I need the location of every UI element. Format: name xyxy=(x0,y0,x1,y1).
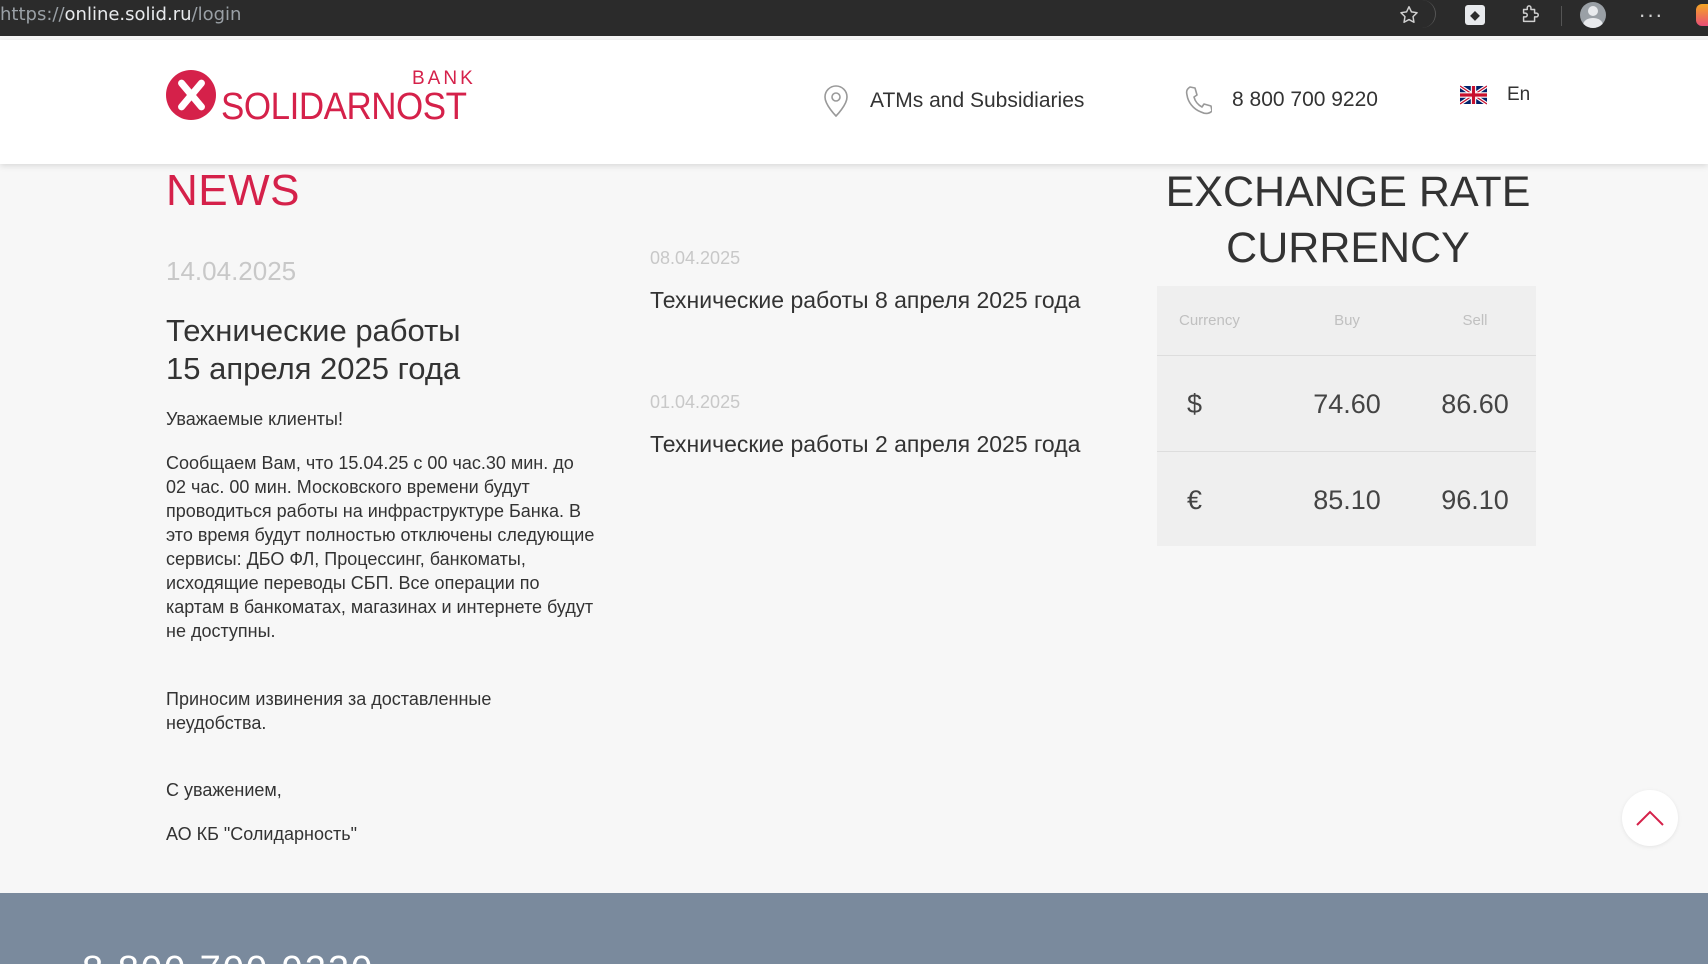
phone-number: 8 800 700 9220 xyxy=(1232,88,1378,111)
main-news-regards: С уважением, xyxy=(166,780,282,800)
sell-rate: 86.60 xyxy=(1441,389,1509,419)
bank-logo[interactable]: BANK SOLIDARNOST xyxy=(166,68,486,140)
table-row: $ 74.60 86.60 xyxy=(1157,357,1536,452)
news-heading: NEWS xyxy=(166,166,300,215)
table-header-row: Currency Buy Sell xyxy=(1157,286,1536,356)
exchange-rate-heading: EXCHANGE RATE CURRENCY xyxy=(1158,164,1538,276)
currency-symbol: $ xyxy=(1187,389,1203,419)
site-header: BANK SOLIDARNOST ATMs and Subsidiaries 8… xyxy=(0,40,1708,164)
main-news-headline[interactable]: Технические работы 15 апреля 2025 года xyxy=(166,312,606,388)
profile-icon[interactable] xyxy=(1580,2,1606,28)
column-header-sell: Sell xyxy=(1462,312,1488,329)
side-news-headline[interactable]: Технические работы 8 апреля 2025 года xyxy=(650,286,1090,315)
column-header-currency: Currency xyxy=(1179,312,1240,329)
column-header-buy: Buy xyxy=(1334,312,1360,329)
atms-link[interactable]: ATMs and Subsidiaries xyxy=(822,84,1084,118)
main-news-body: Сообщаем Вам, что 15.04.25 с 00 час.30 м… xyxy=(166,453,595,641)
language-switcher[interactable]: En xyxy=(1460,84,1530,106)
url-host: online.solid.ru xyxy=(64,4,192,25)
table-row: € 85.10 96.10 xyxy=(1157,453,1536,546)
scroll-to-top-button[interactable] xyxy=(1622,790,1678,846)
buy-rate: 85.10 xyxy=(1313,485,1381,515)
chevron-up-icon xyxy=(1636,810,1664,826)
side-news-headline[interactable]: Технические работы 2 апреля 2025 года xyxy=(650,430,1090,459)
exchange-title-line2: CURRENCY xyxy=(1226,224,1470,272)
sell-rate: 96.10 xyxy=(1441,485,1509,515)
language-label: En xyxy=(1507,84,1531,105)
map-pin-icon xyxy=(824,85,848,118)
side-news-date: 01.04.2025 xyxy=(650,392,741,412)
exchange-title-line1: EXCHANGE RATE xyxy=(1165,168,1531,216)
star-icon[interactable] xyxy=(1396,2,1422,28)
site-footer: 8 800 700 9220 xyxy=(0,893,1708,964)
address-bar[interactable]: https://online.solid.ru/login xyxy=(0,0,1436,28)
extension-shield-icon[interactable]: ◆ xyxy=(1462,2,1488,28)
more-icon[interactable]: ··· xyxy=(1638,2,1664,28)
copilot-icon[interactable] xyxy=(1696,4,1708,26)
side-news-date: 08.04.2025 xyxy=(650,248,741,268)
main-news-headline-line2: 15 апреля 2025 года xyxy=(166,351,461,386)
footer-phone[interactable]: 8 800 700 9220 xyxy=(82,949,374,964)
phone-link[interactable]: 8 800 700 9220 xyxy=(1184,84,1378,116)
main-news-signature: АО КБ "Солидарность" xyxy=(166,824,357,844)
buy-rate: 74.60 xyxy=(1313,389,1381,419)
address-bar-url[interactable]: https://online.solid.ru/login xyxy=(0,4,241,25)
main-news-greeting: Уважаемые клиенты! xyxy=(166,409,343,429)
main-news-headline-line1: Технические работы xyxy=(166,313,461,348)
url-scheme: https:// xyxy=(0,4,65,25)
exchange-rate-table: Currency Buy Sell $ 74.60 86.60 € 85.10 … xyxy=(1157,286,1536,546)
puzzle-icon[interactable] xyxy=(1517,2,1543,28)
phone-icon xyxy=(1185,86,1212,115)
main-news-date: 14.04.2025 xyxy=(166,256,297,286)
logo-name-text: SOLIDARNOST xyxy=(221,86,467,128)
uk-flag-icon xyxy=(1460,85,1487,105)
atms-label: ATMs and Subsidiaries xyxy=(870,89,1085,112)
logo-mark-icon xyxy=(166,70,216,120)
toolbar-divider xyxy=(1561,6,1562,26)
currency-symbol: € xyxy=(1187,485,1203,515)
url-path: /login xyxy=(191,4,242,25)
main-news-apology: Приносим извинения за доставленные неудо… xyxy=(166,689,492,733)
browser-toolbar: https://online.solid.ru/login ◆ ··· xyxy=(0,0,1708,36)
